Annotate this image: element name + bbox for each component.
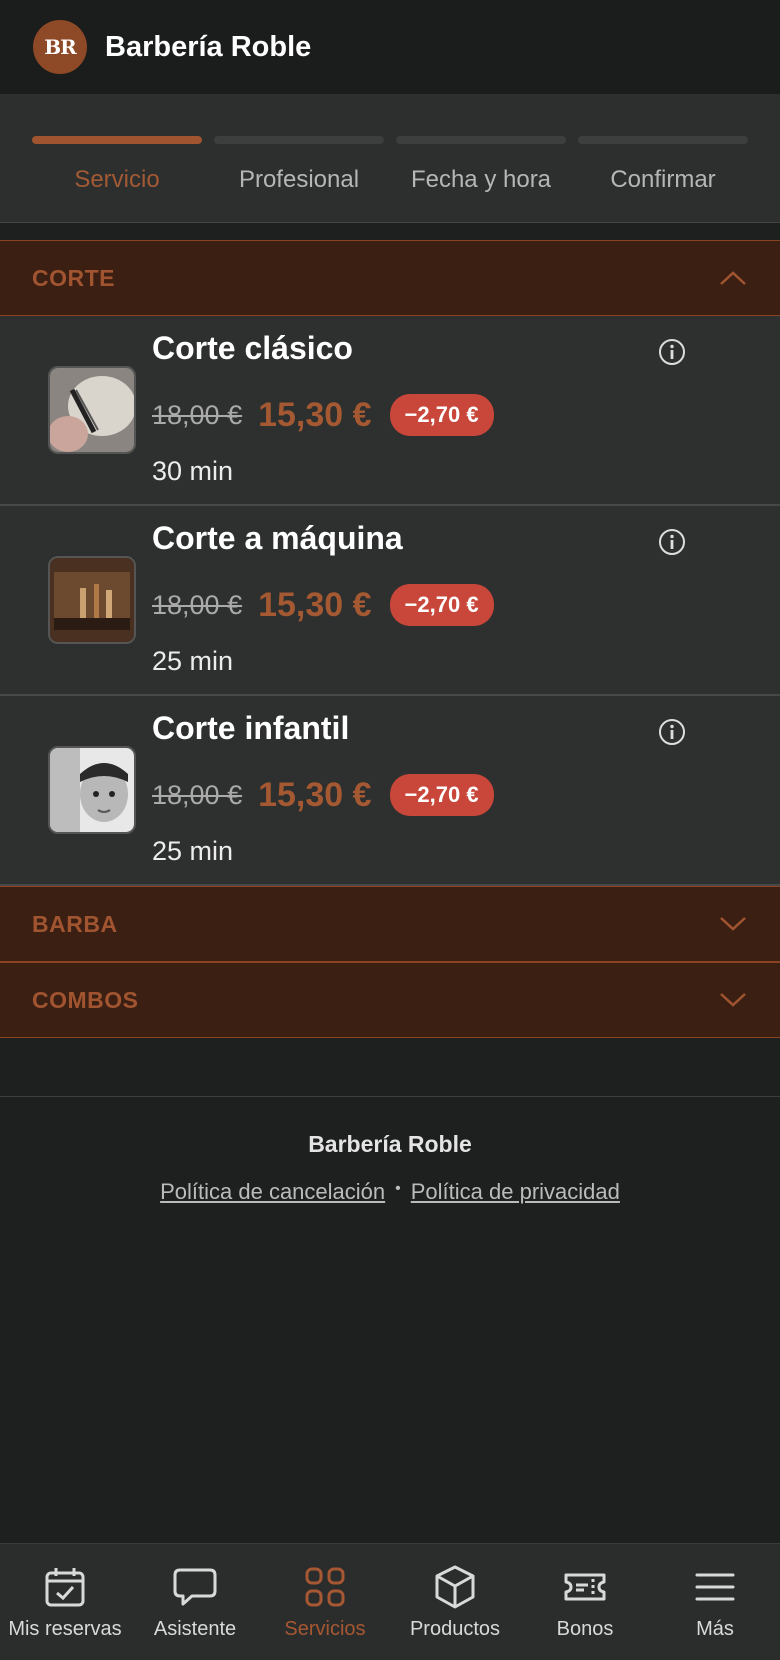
- nav-label: Bonos: [556, 1618, 614, 1640]
- nav-label: Asistente: [153, 1618, 237, 1640]
- footer-business-name: Barbería Roble: [308, 1131, 472, 1157]
- brand-logo[interactable]: BR: [33, 20, 87, 74]
- calendar-icon: [45, 1568, 85, 1607]
- footer-separator: •: [395, 1180, 401, 1197]
- step-progress-bar: [214, 136, 384, 144]
- service-row-corte-infantil[interactable]: Corte infantil 18,00 € 15,30 € −2,70 € 2…: [0, 696, 780, 886]
- service-duration: 25 min: [152, 646, 234, 676]
- step-confirmar[interactable]: Confirmar: [578, 94, 748, 223]
- nav-label: Productos: [409, 1618, 501, 1640]
- section-header-corte[interactable]: CORTE: [0, 240, 780, 316]
- service-duration: 25 min: [152, 836, 234, 866]
- app-header: BR Barbería Roble: [0, 0, 780, 94]
- step-label: Profesional: [238, 166, 360, 193]
- page-footer: Barbería Roble Política de cancelación • P…: [0, 1096, 780, 1246]
- service-duration: 30 min: [152, 456, 234, 486]
- section-header-combos[interactable]: COMBOS: [0, 962, 780, 1038]
- scissors-photo-icon: [48, 366, 136, 454]
- section-title: CORTE: [32, 264, 115, 291]
- nav-label: Más: [696, 1618, 734, 1640]
- bottom-navigation: Mis reservas Asistente Servicios Product…: [0, 1543, 780, 1660]
- nav-servicios[interactable]: Servicios: [260, 1544, 390, 1660]
- discounted-price: 15,30 €: [258, 395, 372, 434]
- nav-mas[interactable]: Más: [650, 1544, 780, 1660]
- chevron-down-icon[interactable]: [718, 991, 748, 1009]
- service-name: Corte clásico: [152, 330, 353, 366]
- brand-name[interactable]: Barbería Roble: [105, 31, 311, 64]
- child-photo-icon: [48, 746, 136, 834]
- chat-bubble-icon: [173, 1568, 217, 1606]
- step-profesional[interactable]: Profesional: [214, 94, 384, 223]
- price-row: 18,00 € 15,30 € −2,70 €: [152, 584, 494, 626]
- price-row: 18,00 € 15,30 € −2,70 €: [152, 394, 494, 436]
- step-progress-bar: [32, 136, 202, 144]
- privacy-policy-link[interactable]: Política de privacidad: [411, 1179, 620, 1204]
- step-label: Fecha y hora: [410, 166, 552, 193]
- nav-bonos[interactable]: Bonos: [520, 1544, 650, 1660]
- section-title: BARBA: [32, 910, 118, 937]
- original-price: 18,00 €: [152, 399, 243, 430]
- info-icon[interactable]: [658, 338, 686, 366]
- original-price: 18,00 €: [152, 589, 243, 620]
- box-icon: [435, 1565, 475, 1609]
- nav-label: Mis reservas: [8, 1618, 122, 1640]
- chevron-up-icon[interactable]: [718, 269, 748, 287]
- section-header-barba[interactable]: BARBA: [0, 886, 780, 962]
- nav-asistente[interactable]: Asistente: [130, 1544, 260, 1660]
- clipper-photo-icon: [48, 556, 136, 644]
- chevron-down-icon[interactable]: [718, 915, 748, 933]
- step-progress-bar: [578, 136, 748, 144]
- step-label: Confirmar: [610, 166, 716, 193]
- service-row-corte-clasico[interactable]: Corte clásico 18,00 € 15,30 € −2,70 € 30…: [0, 316, 780, 506]
- booking-stepper: Servicio Profesional Fecha y hora Confir…: [0, 94, 780, 223]
- discounted-price: 15,30 €: [258, 585, 372, 624]
- cancellation-policy-link[interactable]: Política de cancelación: [160, 1179, 385, 1204]
- price-row: 18,00 € 15,30 € −2,70 €: [152, 774, 494, 816]
- footer-links: Política de cancelación • Política de priv…: [0, 1179, 780, 1205]
- nav-label: Servicios: [284, 1618, 366, 1640]
- step-label: Servicio: [74, 166, 160, 193]
- service-row-corte-maquina[interactable]: Corte a máquina 18,00 € 15,30 € −2,70 € …: [0, 506, 780, 696]
- nav-mis-reservas[interactable]: Mis reservas: [0, 1544, 130, 1660]
- nav-productos[interactable]: Productos: [390, 1544, 520, 1660]
- service-name: Corte a máquina: [152, 520, 403, 556]
- discounted-price: 15,30 €: [258, 775, 372, 814]
- discount-badge: −2,70 €: [389, 774, 494, 816]
- info-icon[interactable]: [658, 528, 686, 556]
- service-name: Corte infantil: [152, 710, 350, 746]
- original-price: 18,00 €: [152, 779, 243, 810]
- menu-icon: [695, 1573, 735, 1601]
- step-servicio[interactable]: Servicio: [32, 94, 202, 223]
- step-fecha-hora[interactable]: Fecha y hora: [396, 94, 566, 223]
- section-title: COMBOS: [32, 986, 139, 1013]
- step-progress-bar: [396, 136, 566, 144]
- discount-badge: −2,70 €: [389, 584, 494, 626]
- grid-icon: [305, 1567, 345, 1607]
- info-icon[interactable]: [658, 718, 686, 746]
- ticket-icon: [564, 1573, 606, 1601]
- discount-badge: −2,70 €: [389, 394, 494, 436]
